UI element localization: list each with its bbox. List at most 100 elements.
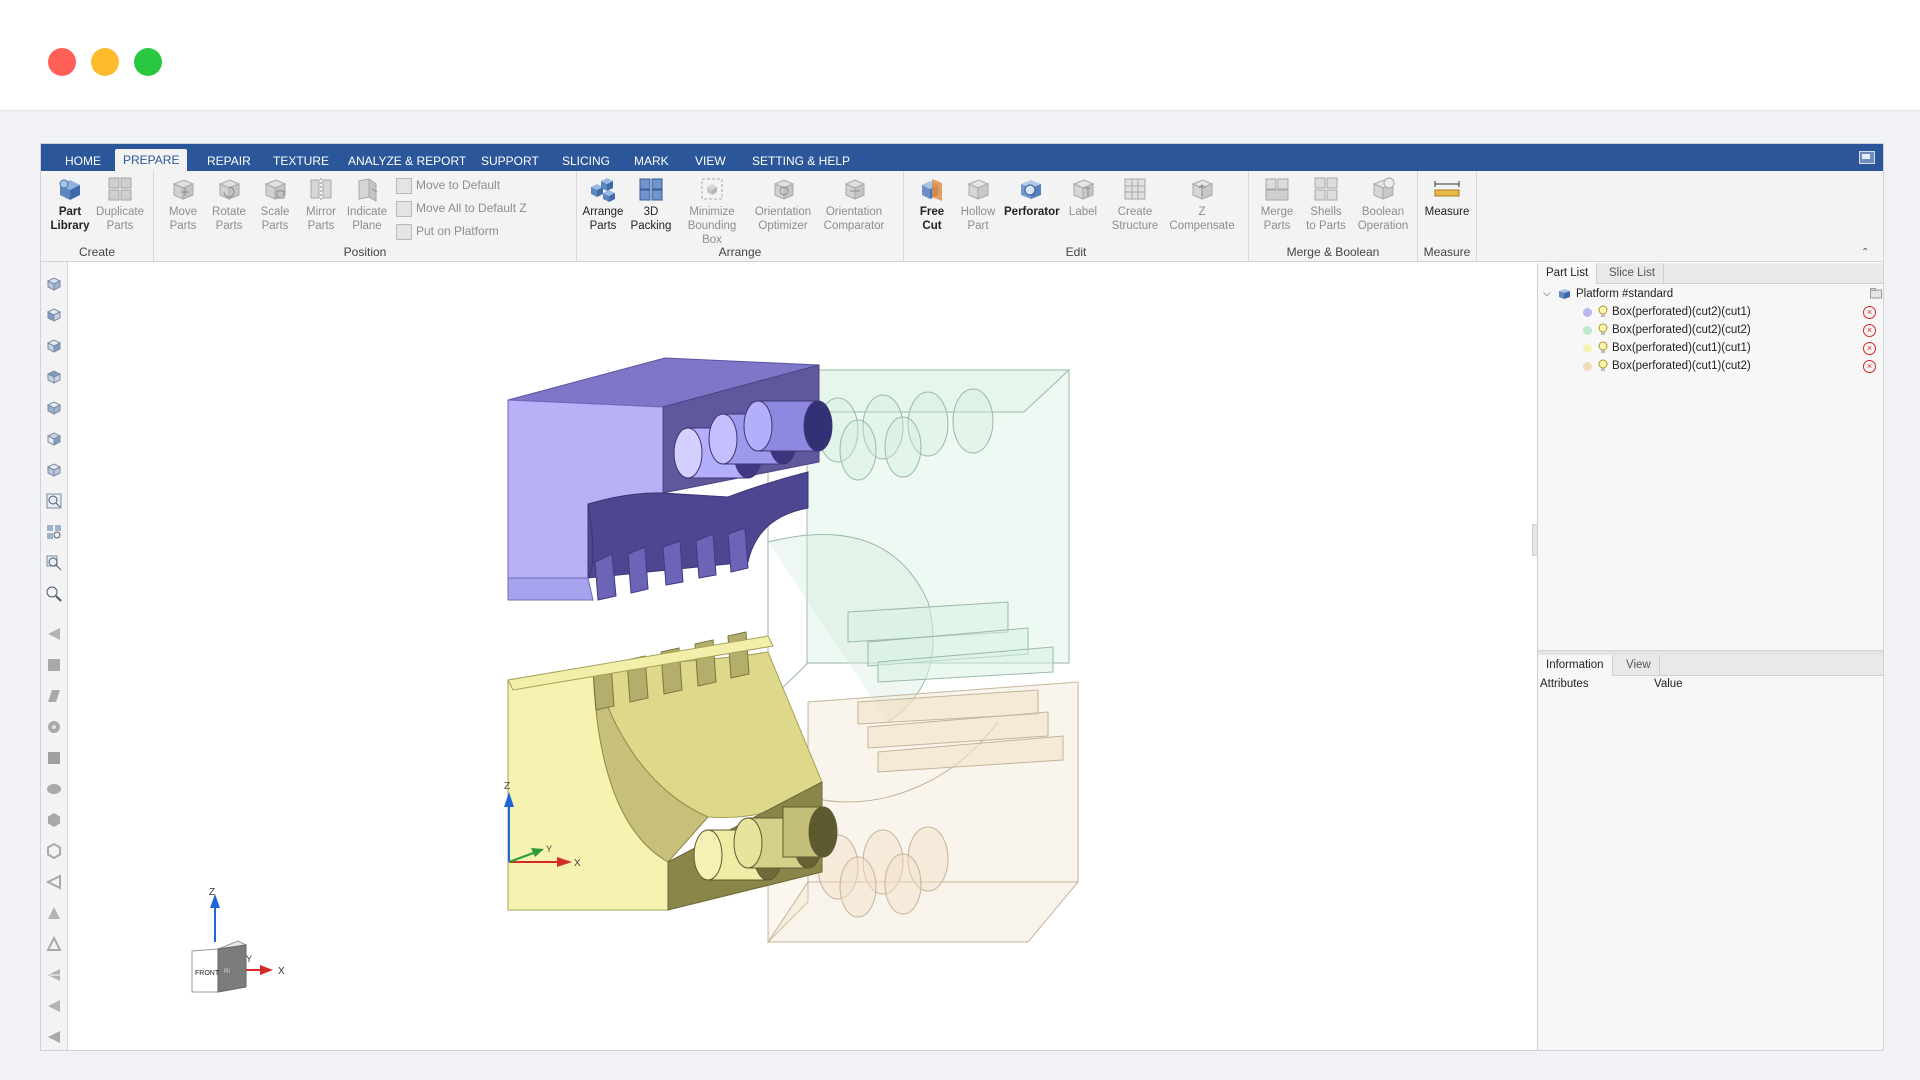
move-parts-label-2: Parts: [169, 220, 197, 232]
hollow-part-button[interactable]: Hollow Part: [956, 175, 1000, 233]
mirror-parts-button[interactable]: Mirror Parts: [298, 175, 344, 233]
3d-viewport[interactable]: Z Y X Z Y X FRONT RI: [68, 262, 1559, 1050]
deselect-icon[interactable]: [46, 874, 62, 890]
view-top-icon[interactable]: [46, 431, 62, 447]
zoom-window-button[interactable]: [134, 48, 162, 76]
merge-parts-button[interactable]: Merge Parts: [1255, 175, 1299, 233]
invert-selection-icon[interactable]: [46, 905, 62, 921]
select-shell-icon[interactable]: [46, 657, 62, 673]
tab-prepare[interactable]: PREPARE: [115, 149, 188, 171]
zoom-selected-icon[interactable]: [46, 493, 62, 509]
tab-analyze-report[interactable]: ANALYZE & REPORT: [340, 151, 474, 171]
boolean-operation-button[interactable]: Boolean Operation: [1353, 175, 1413, 233]
tab-repair[interactable]: REPAIR: [199, 151, 259, 171]
attributes-column-header: Attributes: [1540, 678, 1589, 690]
visibility-bulb-icon[interactable]: [1598, 341, 1608, 354]
tree-part-row[interactable]: Box(perforated)(cut2)(cut1) ×: [1538, 303, 1883, 321]
remove-part-icon[interactable]: ×: [1863, 324, 1876, 337]
zoom-window-icon[interactable]: [46, 555, 62, 571]
select-triangle-icon[interactable]: [46, 626, 62, 642]
platform-icon: [1559, 289, 1570, 299]
tab-home[interactable]: HOME: [57, 151, 109, 171]
view-front-icon[interactable]: [46, 307, 62, 323]
select-overhang-icon[interactable]: [46, 936, 62, 952]
tab-texture[interactable]: TEXTURE: [265, 151, 337, 171]
visibility-bulb-icon[interactable]: [1598, 323, 1608, 336]
indicate-plane-button[interactable]: Indicate Plane: [344, 175, 390, 233]
label-button[interactable]: Label: [1062, 175, 1104, 219]
scene-canvas[interactable]: Z Y X Z Y X FRONT RI: [68, 262, 1538, 1050]
select-brush-icon[interactable]: [46, 719, 62, 735]
select-box-icon[interactable]: [46, 750, 62, 766]
tree-part-row[interactable]: Box(perforated)(cut1)(cut2) ×: [1538, 357, 1883, 375]
part-list-tabs: Part List Slice List: [1538, 263, 1883, 284]
duplicate-parts-button[interactable]: Duplicate Parts: [93, 175, 147, 233]
orientation-optimizer-button[interactable]: Orientation Optimizer: [751, 175, 815, 233]
orientation-comparator-button[interactable]: Orientation Comparator: [819, 175, 889, 233]
minimize-window-button[interactable]: [91, 48, 119, 76]
perforator-button[interactable]: Perforator: [1004, 175, 1060, 219]
tab-view[interactable]: VIEW: [687, 151, 734, 171]
part-library-button[interactable]: Part Library: [47, 175, 93, 233]
measure-button[interactable]: Measure: [1420, 175, 1474, 219]
perforator-label: Perforator: [1004, 206, 1060, 218]
scale-parts-icon: [264, 179, 287, 200]
free-cut-button[interactable]: Free Cut: [912, 175, 952, 233]
tree-part-row[interactable]: Box(perforated)(cut1)(cut1) ×: [1538, 339, 1883, 357]
close-window-button[interactable]: [48, 48, 76, 76]
move-to-default-button[interactable]: Move to Default: [394, 175, 500, 195]
visibility-bulb-icon[interactable]: [1598, 359, 1608, 372]
z-compensate-button[interactable]: Z Compensate: [1166, 175, 1238, 233]
put-on-platform-button[interactable]: Put on Platform: [394, 221, 499, 241]
window-layout-icon[interactable]: [1859, 151, 1875, 164]
rotate-parts-button[interactable]: Rotate Parts: [206, 175, 252, 233]
move-parts-button[interactable]: Move Parts: [160, 175, 206, 233]
view-right-icon[interactable]: [46, 400, 62, 416]
tree-part-row[interactable]: Box(perforated)(cut2)(cut2) ×: [1538, 321, 1883, 339]
platform-folder-icon[interactable]: [1870, 288, 1882, 299]
tab-setting-help[interactable]: SETTING & HELP: [744, 151, 858, 171]
cube-axis-z-label: Z: [209, 887, 215, 898]
remove-part-icon[interactable]: ×: [1863, 306, 1876, 319]
tab-mark[interactable]: MARK: [626, 151, 677, 171]
view-iso-icon[interactable]: [46, 276, 62, 292]
part-yellow[interactable]: [507, 631, 838, 911]
grow-selection-icon[interactable]: [46, 967, 62, 983]
3d-packing-button[interactable]: 3D Packing: [629, 175, 673, 233]
remove-part-icon[interactable]: ×: [1863, 360, 1876, 373]
select-plane-icon[interactable]: [46, 1029, 62, 1045]
select-sphere-icon[interactable]: [46, 781, 62, 797]
free-cut-label-1: Free: [919, 206, 945, 218]
merge-parts-label-2: Parts: [1263, 220, 1291, 232]
tab-information[interactable]: Information: [1538, 655, 1613, 676]
select-surface-icon[interactable]: [46, 688, 62, 704]
select-hexagon-icon[interactable]: [46, 812, 62, 828]
shells-to-parts-button[interactable]: Shells to Parts: [1301, 175, 1351, 233]
tab-slice-list[interactable]: Slice List: [1601, 263, 1665, 283]
view-left-icon[interactable]: [46, 369, 62, 385]
visibility-bulb-icon[interactable]: [1598, 305, 1608, 318]
collapse-ribbon-icon[interactable]: ⌃: [1861, 247, 1871, 258]
expand-caret-icon[interactable]: ⌵: [1543, 285, 1551, 303]
scale-parts-button[interactable]: Scale Parts: [252, 175, 298, 233]
zoom-all-icon[interactable]: [46, 524, 62, 540]
create-structure-button[interactable]: Create Structure: [1108, 175, 1162, 233]
move-all-to-default-z-button[interactable]: Move All to Default Z: [394, 198, 527, 218]
tab-part-list[interactable]: Part List: [1538, 263, 1598, 284]
tree-platform-row[interactable]: ⌵ Platform #standard: [1538, 285, 1883, 303]
view-cube[interactable]: Z Y X FRONT RI: [191, 887, 285, 993]
shrink-selection-icon[interactable]: [46, 998, 62, 1014]
minimize-bounding-box-button[interactable]: Minimize Bounding Box: [677, 175, 747, 247]
zoom-icon[interactable]: [46, 586, 62, 602]
shells-to-parts-label-2: to Parts: [1306, 220, 1346, 232]
arrange-parts-button[interactable]: Arrange Parts: [581, 175, 625, 233]
select-polygon-icon[interactable]: [46, 843, 62, 859]
tab-slicing[interactable]: SLICING: [554, 151, 618, 171]
tab-info-view[interactable]: View: [1618, 655, 1660, 675]
ribbon-tab-bar: HOME PREPARE REPAIR TEXTURE ANALYZE & RE…: [41, 144, 1883, 171]
view-bottom-icon[interactable]: [46, 462, 62, 478]
view-back-icon[interactable]: [46, 338, 62, 354]
tab-support[interactable]: SUPPORT: [473, 151, 547, 171]
remove-part-icon[interactable]: ×: [1863, 342, 1876, 355]
part-color-swatch: [1583, 362, 1592, 371]
